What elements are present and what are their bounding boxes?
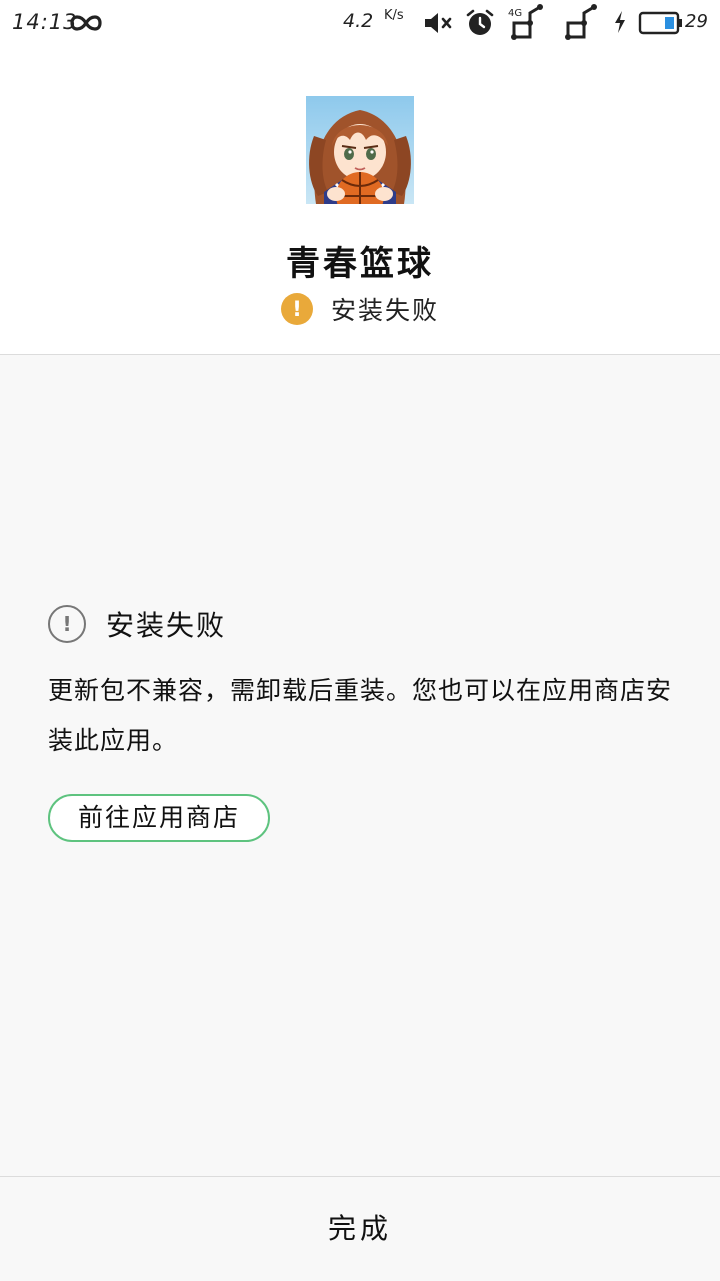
charging-icon: [612, 10, 628, 38]
install-status: ! 安装失败: [0, 292, 720, 326]
signal-icon: 4G: [508, 3, 548, 45]
status-bar: 14:13 4.2 K/s 4G 29: [0, 0, 720, 46]
app-icon: [306, 96, 414, 204]
signal-icon: [562, 3, 602, 45]
failure-description: 更新包不兼容，需卸载后重装。您也可以在应用商店安装此应用。: [48, 676, 673, 755]
info-warning-icon: !: [48, 605, 86, 643]
battery-percent: 29: [685, 11, 708, 32]
app-header: 青春篮球 ! 安装失败: [0, 46, 720, 355]
failure-message: ! 安装失败 更新包不兼容，需卸载后重装。您也可以在应用商店安装此应用。 前往应…: [48, 604, 688, 842]
done-button[interactable]: 完成: [0, 1177, 720, 1281]
bottom-bar: 完成: [0, 1176, 720, 1281]
app-name: 青春篮球: [286, 244, 434, 284]
network-type-label: 4G: [508, 8, 522, 19]
network-speed-unit: K/s: [384, 8, 404, 23]
go-to-app-store-button[interactable]: 前往应用商店: [48, 794, 271, 842]
failure-title-row: ! 安装失败: [48, 604, 688, 644]
warning-icon: !: [280, 293, 313, 325]
failure-title: 安装失败: [106, 609, 227, 642]
mute-icon: [422, 10, 454, 40]
alarm-icon: [465, 8, 495, 42]
battery-icon: [638, 10, 684, 40]
network-speed: 4.2: [343, 10, 374, 32]
infinity-icon: [68, 9, 104, 41]
install-status-text: 安装失败: [330, 296, 439, 325]
